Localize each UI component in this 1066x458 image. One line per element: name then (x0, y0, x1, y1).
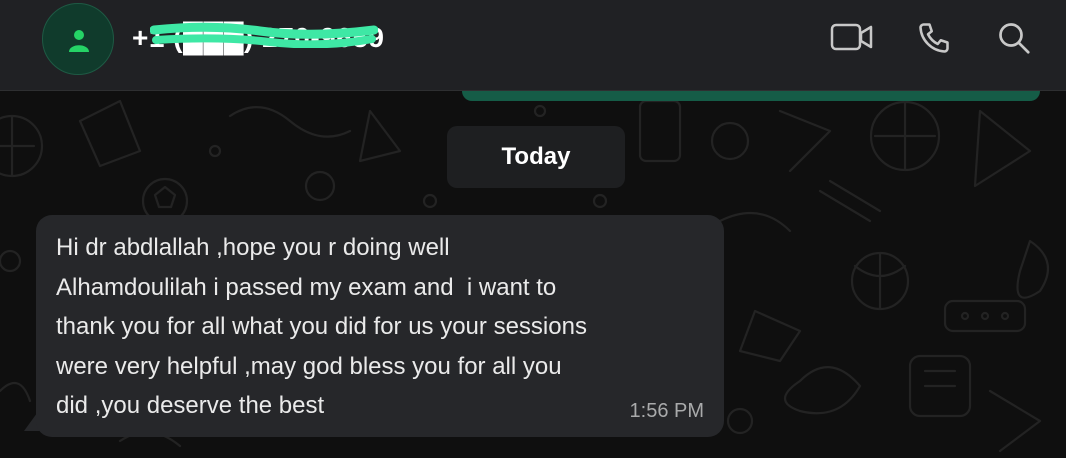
person-icon (69, 30, 89, 52)
chat-header: +1 (███) 270-9659 (0, 0, 1066, 91)
date-divider: Today (447, 126, 625, 188)
message-line: did ,you deserve the best (56, 392, 325, 419)
message-text: Hi dr abdlallah ,hope you r doing well A… (56, 228, 716, 426)
message-line: Hi dr abdlallah ,hope you r doing well (56, 234, 450, 261)
video-call-icon[interactable] (830, 20, 874, 61)
message-line: Alhamdoulilah i passed my exam and i wan… (56, 273, 557, 301)
contact-avatar[interactable] (42, 3, 114, 75)
contact-name[interactable]: +1 (███) 270-9659 (132, 22, 384, 54)
voice-call-icon[interactable] (916, 20, 952, 61)
previous-outgoing-message[interactable] (462, 91, 1040, 101)
message-line: thank you for all what you did for us yo… (56, 313, 587, 340)
message-timestamp: 1:56 PM (629, 400, 704, 422)
message-line: were very helpful ,may god bless you for… (56, 352, 562, 380)
incoming-message-bubble[interactable]: Hi dr abdlallah ,hope you r doing well A… (36, 215, 724, 437)
search-icon[interactable] (996, 20, 1032, 61)
chat-area[interactable]: Today Hi dr abdlallah ,hope you r doing … (0, 91, 1066, 458)
